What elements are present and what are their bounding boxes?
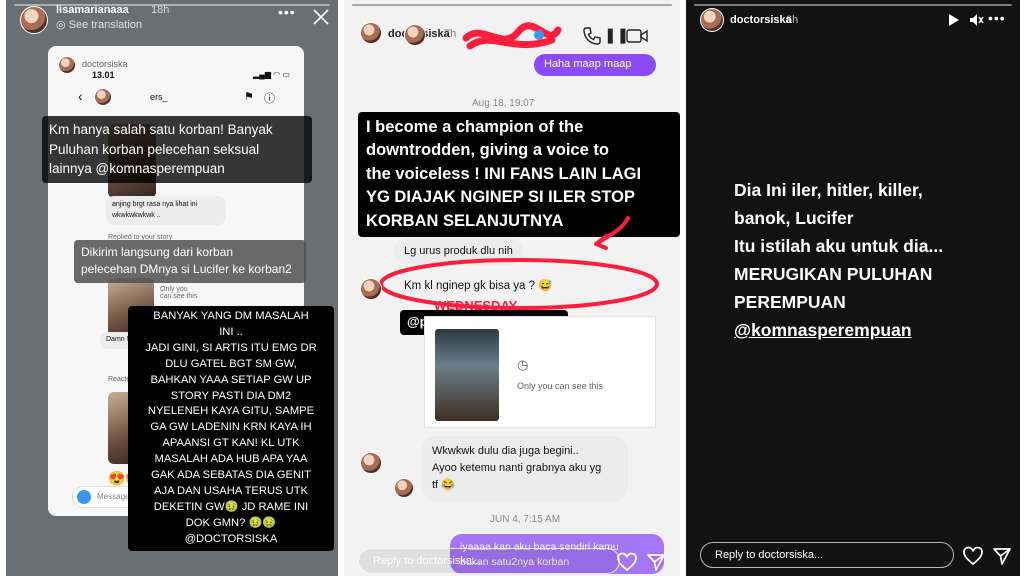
story-text-line: MERUGIKAN PULUHAN [734, 264, 933, 284]
flag-icon: ⚑ [244, 91, 254, 103]
received-message-wkwk: Wkwkwk dulu dia juga begini.. Ayoo ketem… [422, 436, 628, 502]
inner-message: anjing brgt rasa nya lihat ini wkwkwkwkw… [106, 196, 226, 225]
komnas-mention[interactable]: @komnasperempuan [734, 316, 943, 344]
info-icon: ⓘ [264, 93, 275, 105]
story-panel-lisamarianaaa[interactable]: lisamarianaaa 18h ◎ See translation ••• … [6, 0, 338, 576]
only-you-note: Only you can see this [517, 381, 604, 391]
story-time: 7h [444, 28, 457, 40]
chat-avatar [94, 88, 112, 106]
heart-icon[interactable] [616, 552, 638, 572]
story-panel-doctorsiska-1[interactable]: doctorsiska 7h ❚❚ Haha maap maap Aug 18,… [344, 0, 680, 576]
caption-bottom-line: AJA DAN USAHA TERUS UTK [154, 484, 308, 497]
caption-top-line: Km hanya salah satu korban! Banyak [49, 122, 273, 137]
caption-bottom-line: MASALAH ADA HUB APA YAA [154, 453, 308, 466]
story-text-line: PEREMPUAN [734, 292, 846, 312]
red-scribble-censor [462, 22, 562, 50]
caption-bottom-line: GAK ADA SEBATAS DIA GENIT [151, 469, 311, 482]
caption-top-line: Puluhan korban pelecehan seksual [49, 141, 260, 157]
caption-line: downtrodden, giving a voice to [366, 141, 609, 160]
send-icon[interactable] [992, 546, 1012, 566]
avatar[interactable] [700, 8, 724, 32]
play-icon[interactable] [948, 13, 960, 27]
caption-line: the voiceless ! INI FANS LAIN LAGI [366, 164, 642, 183]
verified-badge-icon [534, 30, 544, 40]
chat-username: ers_ [150, 92, 168, 102]
caption-bottom-line: APAANSI GT KAN! KL UTK [162, 437, 300, 450]
caption-bottom-line: DOK GMN? 🤢🤢 [185, 516, 277, 529]
reply-placeholder: Reply to doctorsiska... [715, 549, 824, 561]
sent-message-bubble: Haha maap maap [534, 54, 656, 76]
story-text-line: banok, Lucifer [734, 208, 854, 228]
caption-bottom: BANYAK YANG DM MASALAH INI .. JADI GINI,… [128, 306, 334, 551]
red-arrow-annotation [594, 216, 630, 250]
chat-avatar-small [394, 478, 414, 498]
caption-line: I become a champion of the [366, 118, 584, 136]
history-icon: ◷ [517, 357, 529, 372]
story-progress-bar [694, 4, 1012, 6]
caption-line: YG DIAJAK NGINEP SI ILER STOP [366, 188, 635, 207]
story-time: 18h [151, 4, 170, 16]
received-message-nginep: Km kl nginep gk bisa ya ? 😅 [404, 280, 553, 292]
story-username[interactable]: lisamarianaaa [56, 4, 129, 16]
chat-avatar [404, 24, 426, 46]
story-progress-bar [352, 4, 672, 6]
caption-top: Km hanya salah satu korban! Banyak Puluh… [42, 116, 312, 183]
phone-icon[interactable] [582, 26, 602, 46]
story-text: Dia Ini iler, hitler, killer, banok, Luc… [734, 176, 943, 344]
see-translation-link[interactable]: ◎ See translation [56, 18, 142, 31]
date-divider: Aug 18, 19:07 [472, 98, 535, 109]
heart-icon[interactable] [962, 546, 984, 566]
shared-story-thumbnail [435, 329, 499, 421]
story-text-line: Itu istilah aku untuk dia... [734, 236, 944, 256]
caption-bottom-line: DLU GATEL BGT SM GW, [165, 357, 297, 370]
reply-placeholder: Reply to doctorsiska... [373, 555, 482, 567]
only-you-note: Only you can see this [160, 286, 198, 300]
chat-avatar [360, 452, 382, 474]
camera-icon [77, 490, 91, 504]
caption-bottom-line: BANYAK YANG DM MASALAH [153, 310, 309, 322]
caption-bottom-line: INI .. [219, 325, 243, 338]
reply-input[interactable]: Reply to doctorsiska... [358, 548, 620, 574]
message-line: Wkwkwk dulu dia juga begini.. [432, 445, 579, 457]
reply-input[interactable]: Reply to doctorsiska... [700, 542, 954, 568]
caption-top-line: lainnya @komnasperempuan [49, 159, 305, 179]
avatar[interactable] [360, 22, 382, 44]
message-line: tf 😂 [432, 479, 455, 492]
date-divider-2: JUN 4, 7:15 AM [490, 514, 561, 525]
inner-avatar [58, 56, 76, 74]
caption-bottom-line: JADI GINI, SI ARTIS ITU EMG DR [145, 341, 317, 354]
caption-middle: Dikirim langsung dari korban pelecehan D… [74, 240, 306, 283]
back-chevron-icon: ‹ [78, 88, 83, 104]
doctorsiska-mention[interactable]: @DOCTORSISKA [132, 532, 330, 548]
ellipsis-icon[interactable]: ••• [278, 4, 296, 20]
komnas-mention[interactable]: lainnya @komnasperempuan [49, 161, 225, 176]
shared-story-card: ◷ Only you can see this [424, 316, 656, 428]
caption-bottom-line: DEKETIN GW🤢 JD RAME INI [153, 500, 309, 513]
avatar[interactable] [20, 6, 48, 34]
caption-bottom-line: GA GW LADENIN KRN KAYA IH [150, 421, 312, 434]
caption-bottom-line: STORY PASTI DIA DM2 [170, 389, 292, 402]
caption-middle-line: Dikirim langsung dari korban [81, 245, 234, 259]
chat-avatar [360, 278, 382, 300]
story-panel-doctorsiska-2[interactable]: doctorsiska 6h ••• Dia Ini iler, hitler,… [686, 0, 1020, 576]
story-text-line: Dia Ini iler, hitler, killer, [734, 180, 923, 200]
see-translation-label: See translation [68, 19, 143, 31]
inner-username: doctorsiska [82, 59, 128, 69]
ellipsis-icon[interactable]: ••• [988, 10, 1006, 26]
close-icon[interactable] [312, 8, 330, 26]
caption-middle-line: pelecehan DMnya si Lucifer ke korban2 [81, 262, 292, 277]
caption-bottom-line: BAHKAN YAAA SETIAP GW UP [150, 373, 312, 386]
send-icon[interactable] [646, 552, 666, 572]
video-icon[interactable] [626, 28, 648, 44]
story-username[interactable]: doctorsiska [730, 14, 792, 26]
status-bar-icons: ▂▄▆ ◠ ▭ [253, 70, 290, 79]
story-time: 6h [786, 14, 799, 26]
caption-bottom-line: NYELENEH KAYA GITU, SAMPE [147, 405, 315, 418]
message-line: Ayoo ketemu nanti grabnya aku yg [432, 462, 602, 475]
inner-clock: 13.01 [92, 70, 115, 80]
mute-icon[interactable] [968, 12, 984, 28]
